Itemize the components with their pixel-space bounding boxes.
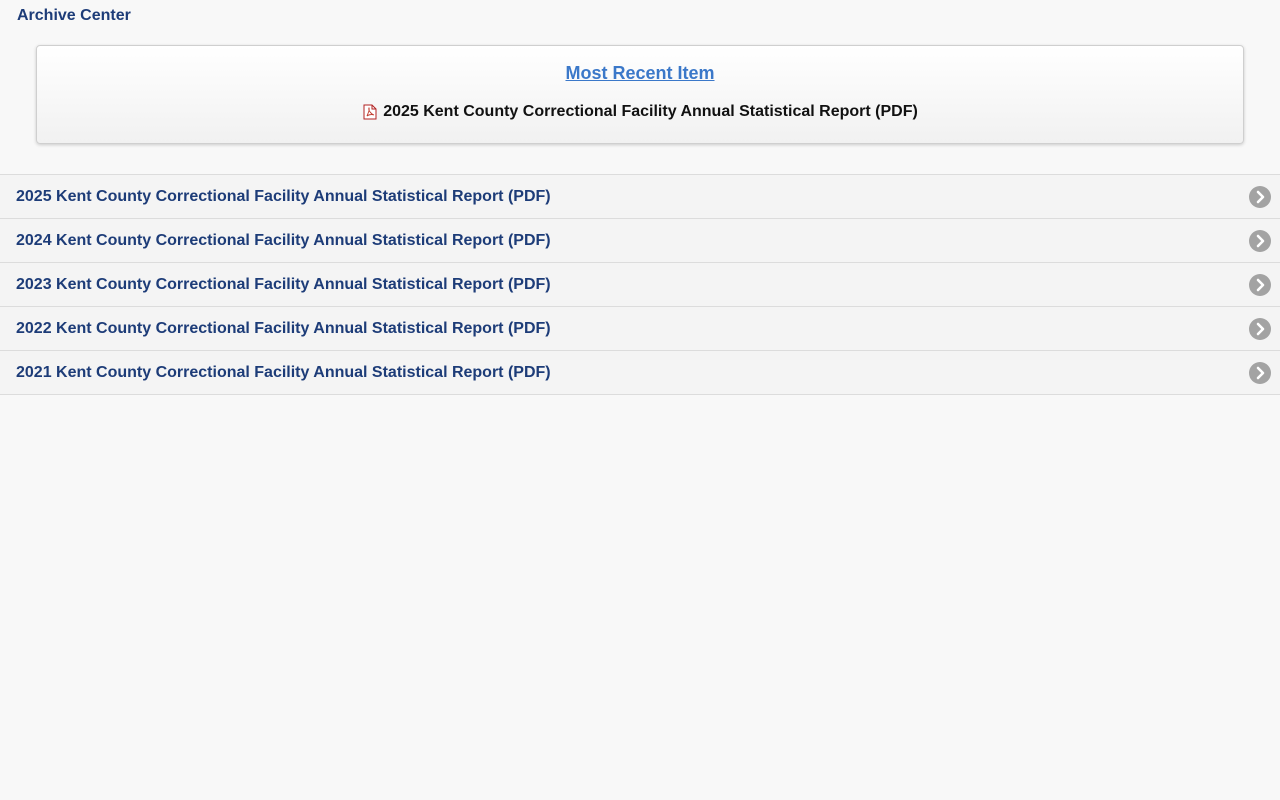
archive-list-item[interactable]: 2021 Kent County Correctional Facility A… bbox=[0, 351, 1280, 395]
archive-list-item[interactable]: 2022 Kent County Correctional Facility A… bbox=[0, 307, 1280, 351]
archive-item-label[interactable]: 2023 Kent County Correctional Facility A… bbox=[16, 275, 551, 295]
chevron-right-icon bbox=[1249, 186, 1271, 208]
archive-item-label[interactable]: 2024 Kent County Correctional Facility A… bbox=[16, 231, 551, 251]
archive-list-item[interactable]: 2024 Kent County Correctional Facility A… bbox=[0, 219, 1280, 263]
chevron-right-icon bbox=[1249, 230, 1271, 252]
chevron-right-icon bbox=[1249, 274, 1271, 296]
chevron-right-icon bbox=[1249, 318, 1271, 340]
most-recent-item-link[interactable]: 2025 Kent County Correctional Facility A… bbox=[37, 102, 1243, 122]
most-recent-item-label: 2025 Kent County Correctional Facility A… bbox=[383, 103, 918, 120]
archive-list-item[interactable]: 2025 Kent County Correctional Facility A… bbox=[0, 175, 1280, 219]
archive-item-label[interactable]: 2022 Kent County Correctional Facility A… bbox=[16, 319, 551, 339]
pdf-icon bbox=[362, 104, 378, 120]
archive-list-item[interactable]: 2023 Kent County Correctional Facility A… bbox=[0, 263, 1280, 307]
chevron-right-icon bbox=[1249, 362, 1271, 384]
page-title: Archive Center bbox=[17, 7, 131, 24]
archive-list: 2025 Kent County Correctional Facility A… bbox=[0, 174, 1280, 395]
archive-item-label[interactable]: 2021 Kent County Correctional Facility A… bbox=[16, 363, 551, 383]
most-recent-heading-link[interactable]: Most Recent Item bbox=[565, 62, 714, 84]
archive-item-label[interactable]: 2025 Kent County Correctional Facility A… bbox=[16, 187, 551, 207]
most-recent-panel: Most Recent Item 2025 Kent County Correc… bbox=[36, 45, 1244, 144]
